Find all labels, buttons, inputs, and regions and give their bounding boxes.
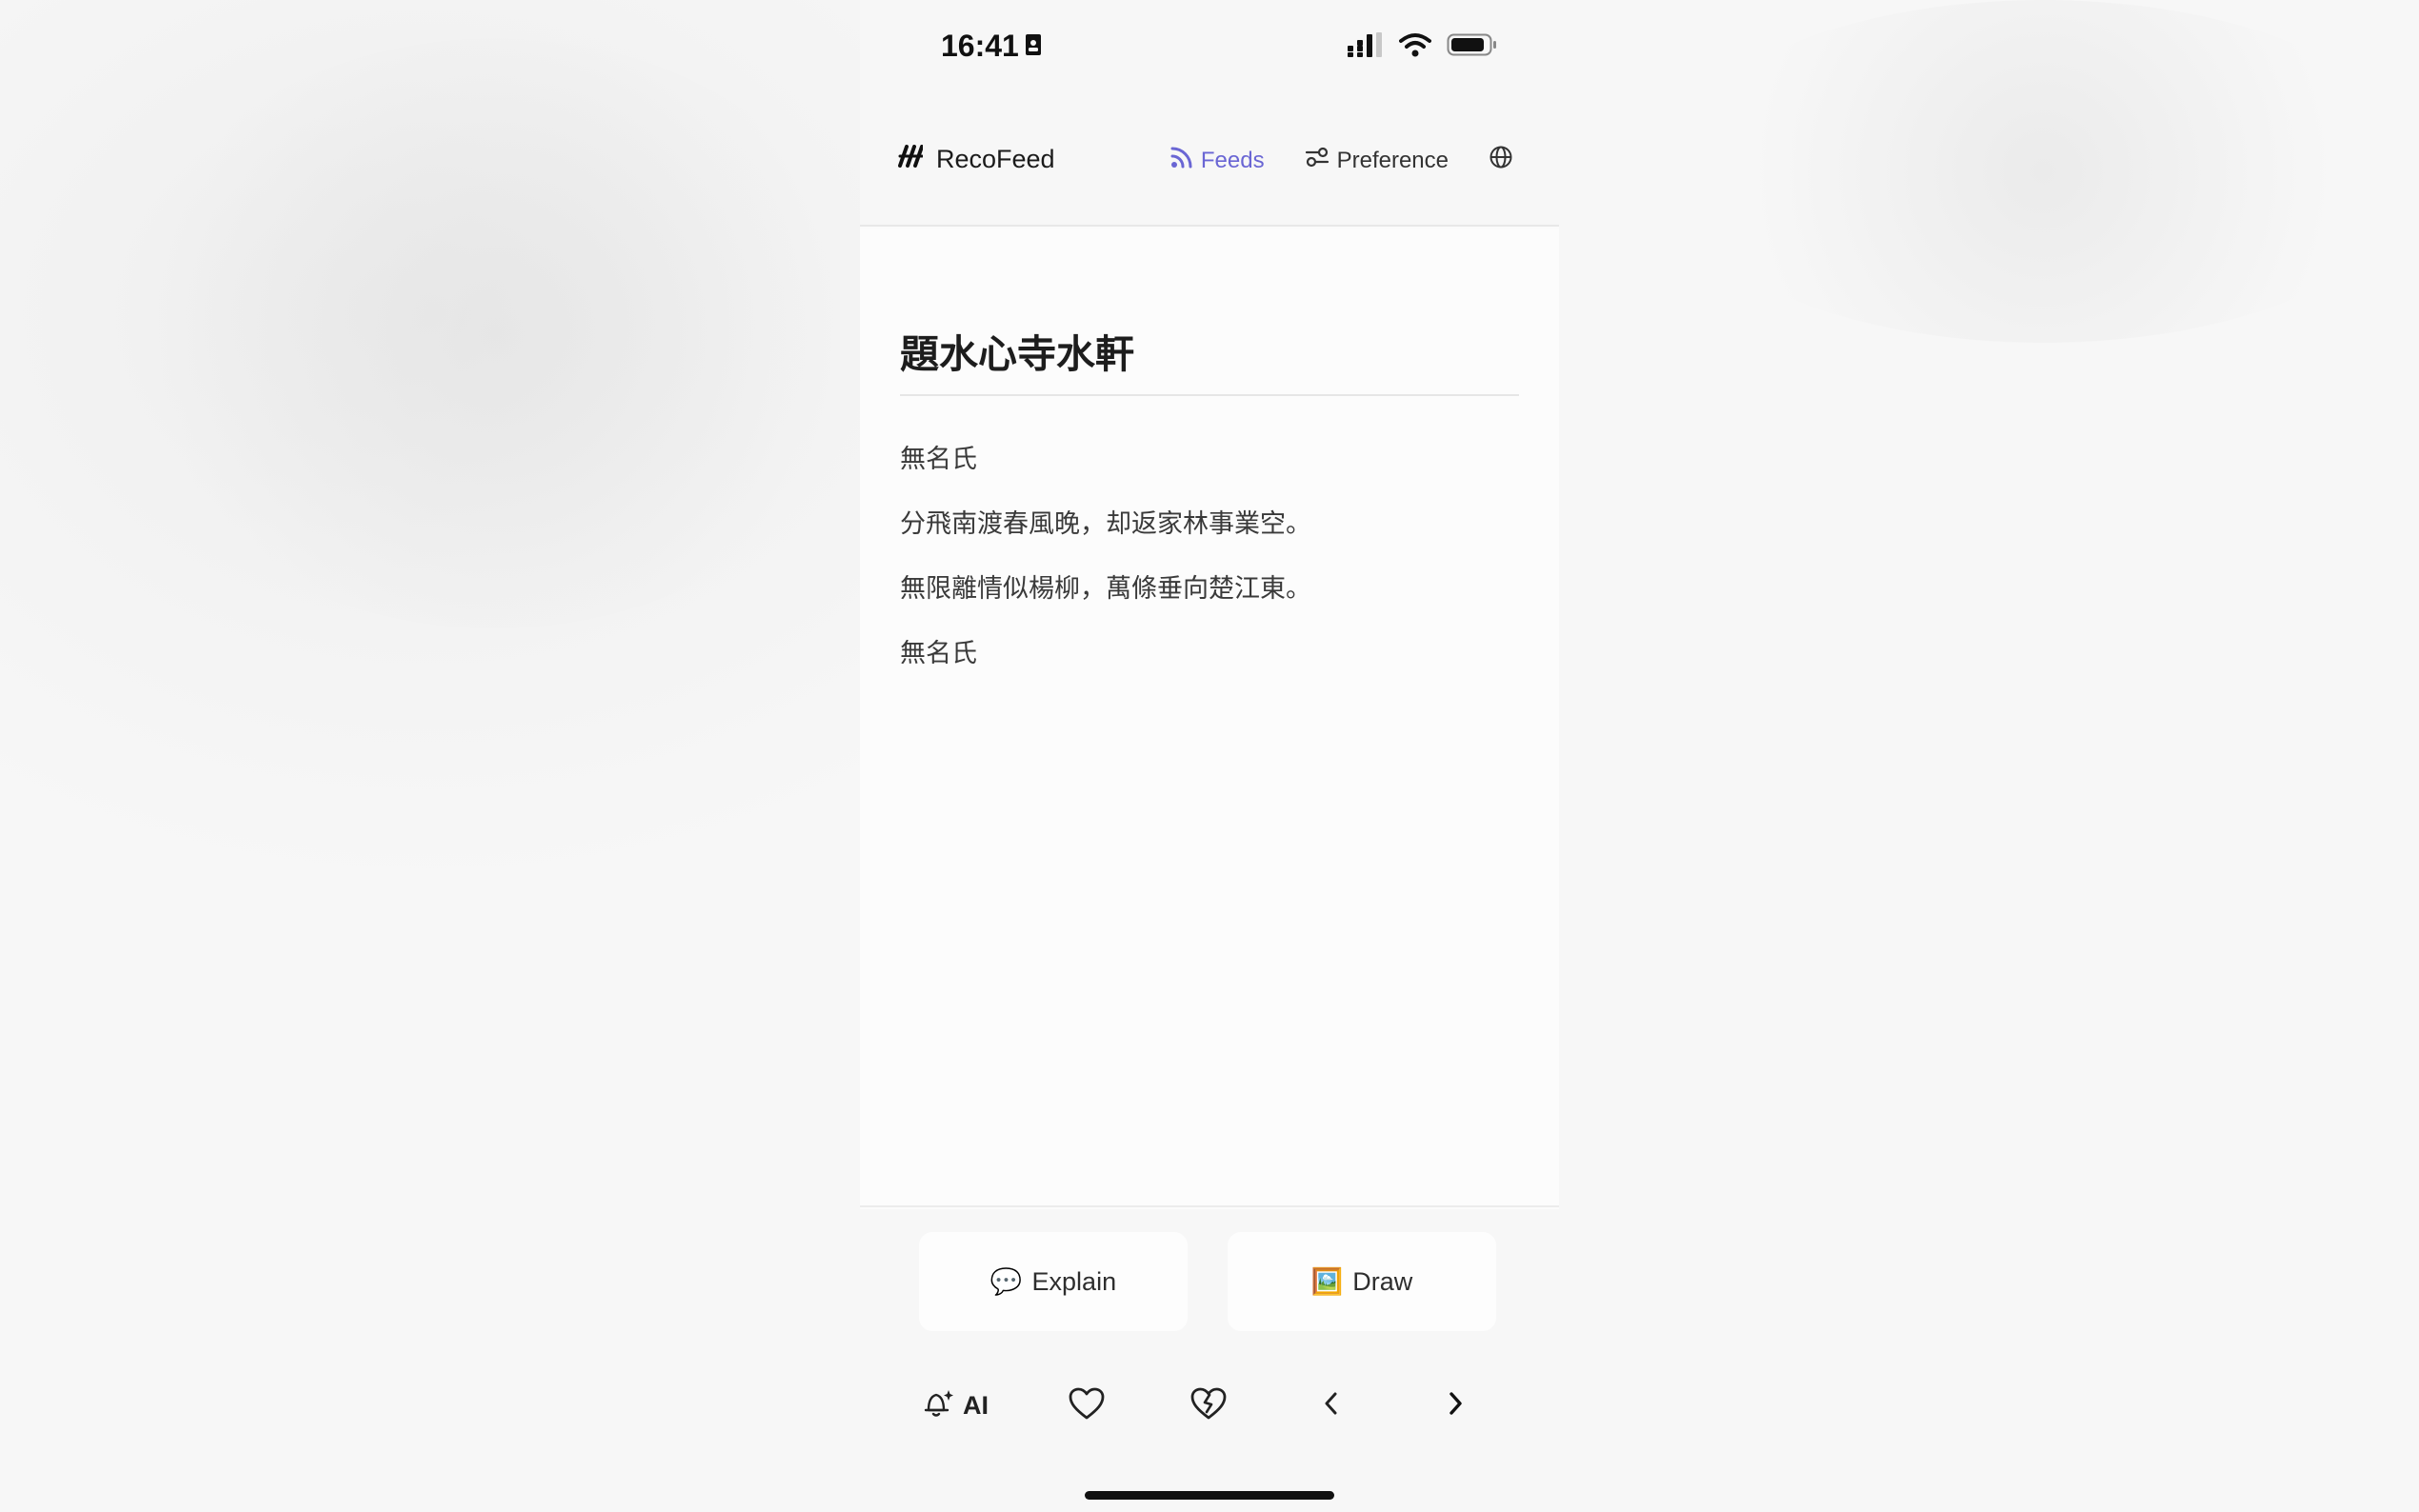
broken-heart-icon xyxy=(1190,1386,1228,1425)
phone-screen: 16:41 RecoFeed Feeds Preference 題水心寺水軒 無… xyxy=(860,0,1559,1512)
wifi-icon xyxy=(1399,32,1431,62)
ai-label: AI xyxy=(963,1390,989,1420)
status-bar: 16:41 xyxy=(860,0,1559,95)
chevron-right-icon xyxy=(1444,1389,1467,1422)
background-blob xyxy=(114,38,876,628)
ai-button[interactable]: AI xyxy=(923,1379,989,1432)
poem-body: 無名氏 分飛南渡春風晚，却返家林事業空。 無限離情似楊柳，萬條垂向楚江東。 無名… xyxy=(900,443,1519,702)
cellular-signal-icon xyxy=(1348,32,1384,62)
draw-button[interactable]: 🖼️ Draw xyxy=(1228,1232,1496,1331)
brand-name: RecoFeed xyxy=(936,145,1055,173)
nav-preference[interactable]: Preference xyxy=(1305,147,1449,174)
dislike-button[interactable] xyxy=(1182,1379,1235,1432)
app-header: RecoFeed Feeds Preference xyxy=(860,95,1559,227)
status-time: 16:41 xyxy=(941,29,1042,64)
chevron-left-icon xyxy=(1320,1389,1343,1422)
explain-button[interactable]: 💬 Explain xyxy=(919,1232,1188,1331)
language-button[interactable] xyxy=(1489,145,1513,176)
rss-icon xyxy=(1170,146,1193,175)
brand[interactable]: RecoFeed xyxy=(898,145,1055,174)
action-bar: 💬 Explain 🖼️ Draw xyxy=(860,1209,1559,1352)
status-time-text: 16:41 xyxy=(941,29,1019,63)
nav-preference-label: Preference xyxy=(1336,147,1449,173)
bottom-toolbar: AI xyxy=(860,1352,1559,1512)
globe-icon xyxy=(1489,145,1513,176)
ai-sparkle-bell-icon xyxy=(923,1387,955,1424)
speech-bubble-icon: 💬 xyxy=(990,1267,1023,1296)
poem-title: 題水心寺水軒 xyxy=(900,322,1519,396)
home-indicator[interactable] xyxy=(1085,1491,1334,1500)
nav-feeds-label: Feeds xyxy=(1200,147,1265,173)
next-button[interactable] xyxy=(1429,1379,1482,1432)
poem-author: 無名氏 xyxy=(900,639,977,668)
like-button[interactable] xyxy=(1060,1379,1113,1432)
poem-line: 分飛南渡春風晚，却返家林事業空。 xyxy=(900,509,1311,539)
battery-icon xyxy=(1447,32,1498,62)
status-icons xyxy=(1348,32,1498,62)
id-card-icon xyxy=(1025,29,1042,64)
picture-icon: 🖼️ xyxy=(1310,1267,1344,1296)
top-nav: Feeds Preference xyxy=(1170,145,1513,176)
sliders-icon xyxy=(1305,147,1329,174)
explain-label: Explain xyxy=(1031,1266,1117,1296)
logo-icon xyxy=(898,145,924,174)
poem-author: 無名氏 xyxy=(900,445,977,474)
poem-line: 無限離情似楊柳，萬條垂向楚江東。 xyxy=(900,574,1311,604)
background-blob xyxy=(1667,0,2419,343)
draw-label: Draw xyxy=(1352,1266,1413,1296)
nav-feeds[interactable]: Feeds xyxy=(1170,146,1265,175)
previous-button[interactable] xyxy=(1305,1379,1358,1432)
heart-icon xyxy=(1068,1386,1106,1425)
feed-content: 題水心寺水軒 無名氏 分飛南渡春風晚，却返家林事業空。 無限離情似楊柳，萬條垂向… xyxy=(860,229,1559,1207)
